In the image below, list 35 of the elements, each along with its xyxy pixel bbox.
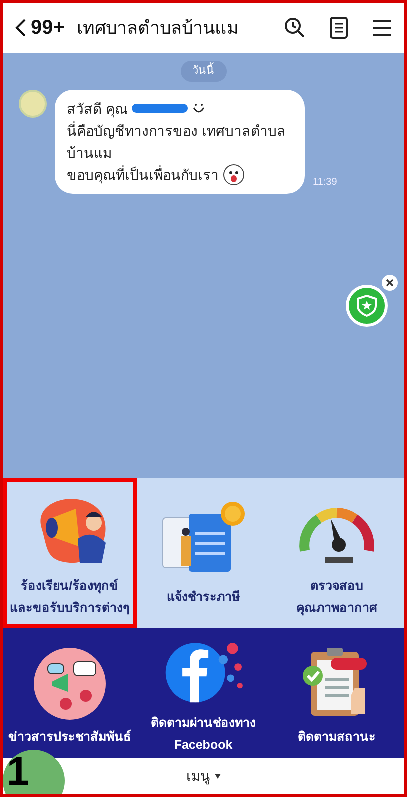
menu-label: Facebook [174,737,233,754]
message-time: 11:39 [313,176,338,190]
rich-menu-item[interactable]: ตรวจสอบ คุณภาพอากาศ [270,478,404,628]
menu-toggle[interactable]: เมนู [182,766,224,786]
menu-label: คุณภาพอากาศ [296,600,378,617]
shield-star-icon [357,295,377,317]
greeting-text: สวัสดี คุณ [67,100,128,120]
search-icon[interactable] [284,17,306,39]
rich-menu-item[interactable]: ติดตามผ่านช่องทาง Facebook [136,628,270,758]
menu-label: ติดตามผ่านช่องทาง [150,715,256,732]
menu-label: ติดตามสถานะ [298,729,376,746]
menu-icon[interactable] [372,19,392,37]
notes-icon[interactable] [330,17,348,39]
date-chip: วันนี้ [180,61,226,82]
smiley-icon [192,102,206,116]
menu-label: และขอรับบริการต่างๆ [10,600,130,617]
rich-menu-item[interactable]: ข่าวสารประชาสัมพันธ์ [3,628,137,758]
rich-menu-item[interactable]: ร้องเรียน/ร้องทุกข์ และขอรับบริการต่างๆ [3,478,137,628]
rich-menu-item[interactable]: ติดตามสถานะ [270,628,404,758]
redaction-mark [132,104,188,113]
close-button[interactable] [382,275,398,291]
chat-title: เทศบาลตำบลบ้านแม [76,16,240,40]
avatar-icon [19,90,47,118]
close-icon [386,279,394,287]
message-text: นี่คือบัญชีทางการของ เทศบาลตำบล บ้านแม [67,120,287,162]
menu-label: ร้องเรียน/ร้องทุกข์ [21,578,119,595]
rich-menu-item[interactable]: แจ้งชำระภาษี [136,478,270,628]
sticker-face-icon [223,164,245,186]
menu-label: ตรวจสอบ [310,578,364,595]
dropdown-caret-icon [214,774,220,778]
menu-label: แจ้งชำระภาษี [166,589,240,606]
back-button[interactable]: 99+ [15,13,65,43]
menu-label: ข่าวสารประชาสัมพันธ์ [8,728,132,746]
thanks-text: ขอบคุณที่เป็นเพื่อนกับเรา [67,164,219,186]
back-chevron-icon [15,18,27,38]
